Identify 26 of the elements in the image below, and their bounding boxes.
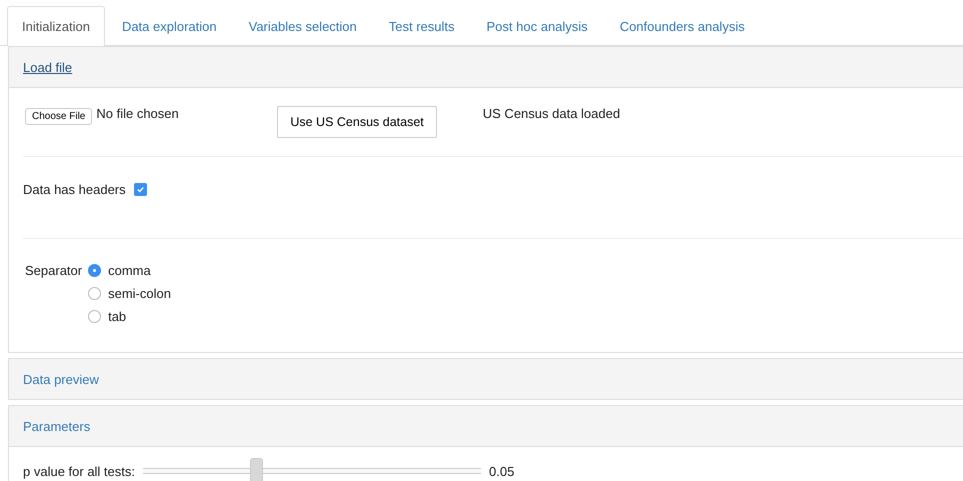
tab[interactable]: Post hoc analysis	[472, 6, 603, 46]
load-file-link[interactable]: Load file	[23, 60, 72, 74]
radio-label: tab	[108, 309, 126, 324]
radio-label: semi-colon	[108, 286, 171, 301]
radio-button[interactable]	[88, 287, 102, 300]
tab[interactable]: Test results	[374, 6, 470, 46]
radio-button[interactable]	[88, 310, 102, 323]
slider-label: p value for all tests:	[23, 464, 135, 478]
separator-label: Separator	[25, 263, 82, 280]
file-status: No file chosen	[96, 106, 180, 121]
status-text: US Census data loaded	[482, 106, 620, 121]
tab[interactable]: Variables selection	[234, 6, 372, 46]
panel-title[interactable]: Data preview	[23, 372, 99, 386]
tab[interactable]: Initialization	[7, 6, 105, 46]
slider-thumb[interactable]	[250, 458, 264, 481]
choose-file-button[interactable]: Choose File	[25, 108, 92, 125]
checkbox-label: Data has headers	[23, 182, 126, 197]
panel-title[interactable]: Parameters	[23, 418, 90, 434]
radio-label: comma	[108, 263, 151, 278]
use-dataset-button[interactable]: Use US Census dataset	[277, 106, 437, 138]
check-icon	[136, 185, 145, 194]
checkbox[interactable]	[134, 183, 147, 196]
tab[interactable]: Confounders analysis	[604, 6, 760, 46]
slider-value: 0.05	[489, 464, 514, 478]
tab[interactable]: Data exploration	[106, 6, 232, 46]
radio-button[interactable]	[88, 264, 102, 277]
